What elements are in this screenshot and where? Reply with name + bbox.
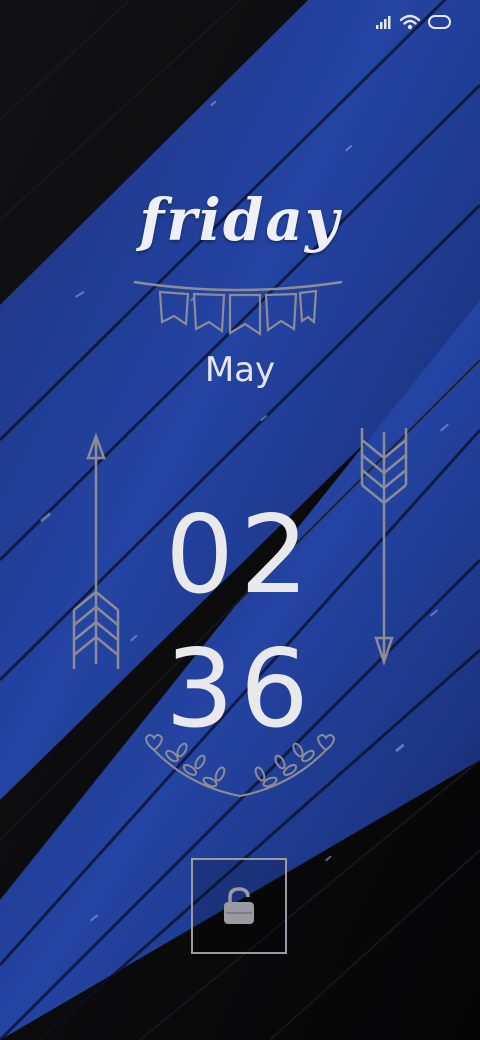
bunting-decoration <box>133 280 343 337</box>
laurel-hearts-decoration <box>144 734 336 798</box>
status-bar <box>376 14 452 30</box>
day-of-week: friday <box>139 186 341 254</box>
battery-icon <box>428 15 451 29</box>
signal-bars-icon <box>376 16 391 29</box>
wifi-icon <box>400 14 420 30</box>
unlock-button[interactable] <box>191 858 287 954</box>
lock-screen: friday May 02 36 <box>0 0 480 1040</box>
month-label: May <box>204 350 276 390</box>
clock-hours: 02 <box>165 493 315 618</box>
padlock-open-icon <box>224 887 254 924</box>
